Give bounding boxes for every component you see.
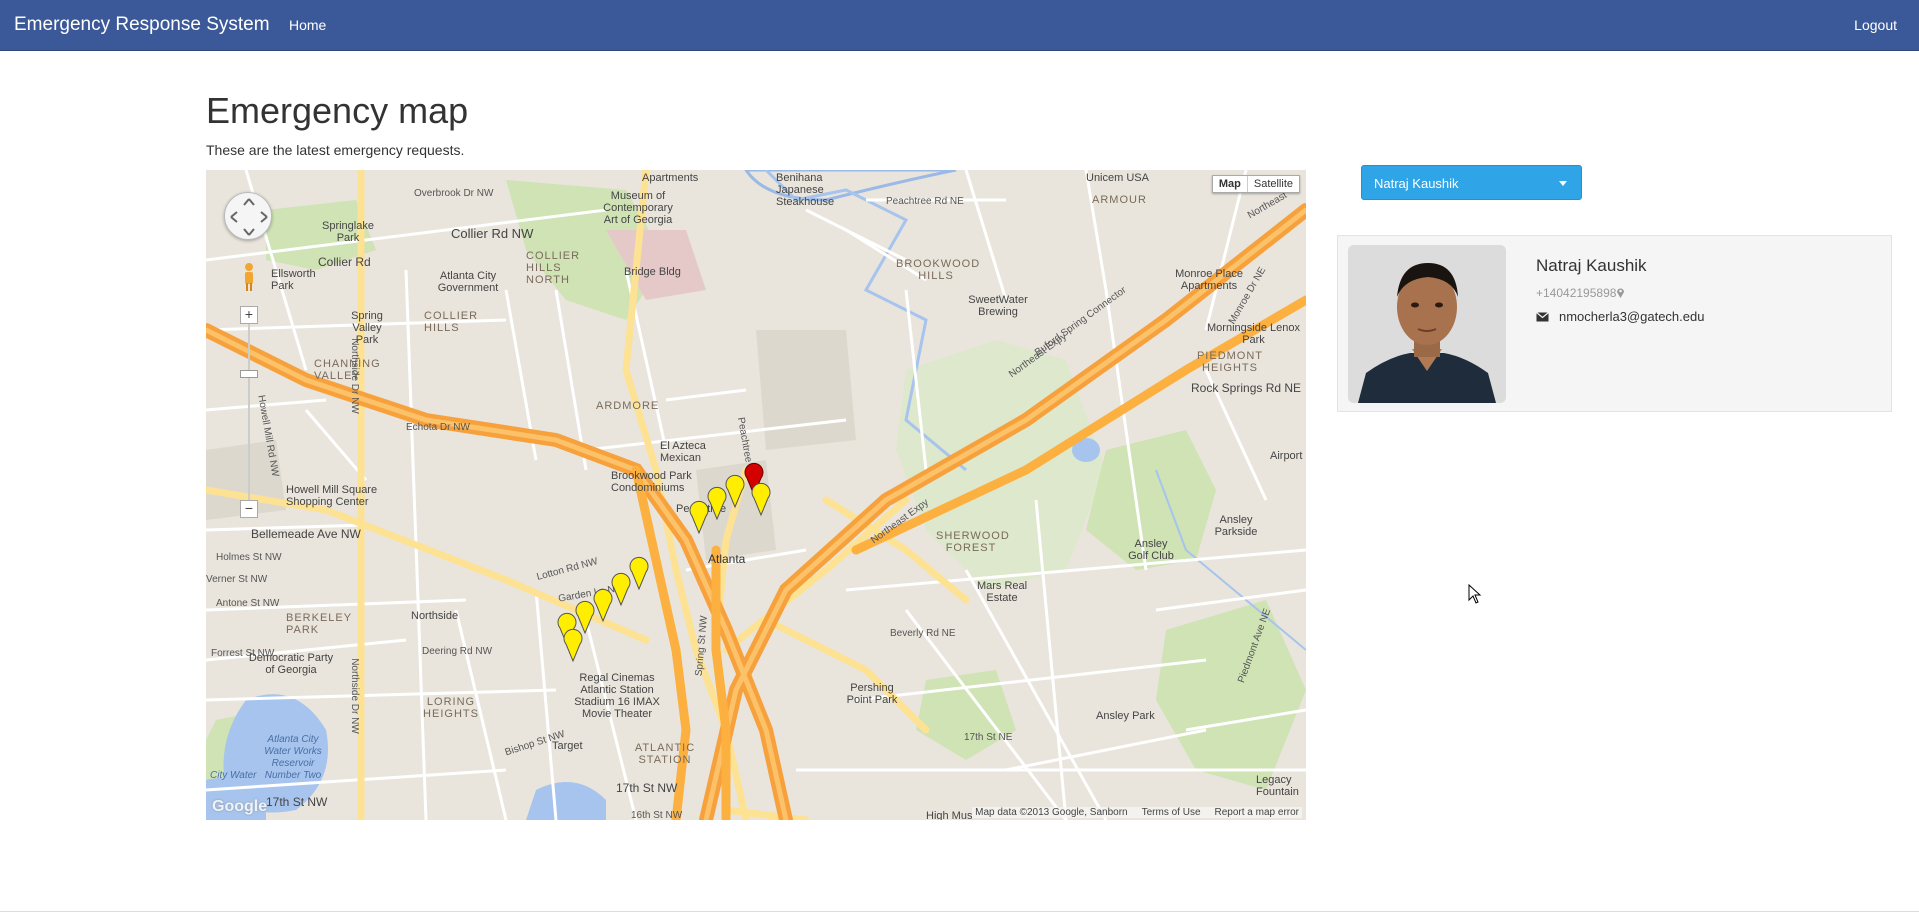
map-label: SweetWater Brewing bbox=[968, 294, 1028, 318]
map-label: COLLIER HILLS NORTH bbox=[526, 250, 581, 286]
map-label: Northside Dr NW bbox=[348, 658, 360, 734]
map-label: Verner St NW bbox=[206, 574, 268, 585]
map-label: Democratic Party of Georgia bbox=[248, 652, 334, 676]
zoom-slider-handle[interactable] bbox=[240, 370, 258, 378]
zoom-in-button[interactable]: + bbox=[240, 306, 258, 324]
map-label: Collier Rd NW bbox=[451, 226, 534, 241]
nav-home-link[interactable]: Home bbox=[289, 17, 326, 33]
map-label: 17th St NW bbox=[616, 781, 678, 795]
map-label: ATLANTIC STATION bbox=[634, 742, 696, 766]
profile-card: Natraj Kaushik +14042195898 nmocherla3@g… bbox=[1337, 235, 1892, 412]
report-map-error-link[interactable]: Report a map error bbox=[1215, 807, 1299, 818]
map-label: Morningside Lenox Park bbox=[1207, 322, 1300, 346]
map-label: Regal Cinemas Atlantic Station Stadium 1… bbox=[574, 672, 660, 720]
map-label: Atlanta bbox=[708, 552, 746, 566]
map-label: COLLIER HILLS bbox=[424, 310, 479, 334]
map-label: Ellsworth Park bbox=[271, 268, 316, 292]
mouse-cursor-icon bbox=[1468, 584, 1482, 604]
profile-photo bbox=[1348, 245, 1506, 403]
map-label: Antone St NW bbox=[216, 598, 280, 609]
map-label: Atlanta City Government bbox=[437, 270, 499, 294]
map-label: Rock Springs Rd NE bbox=[1191, 381, 1302, 395]
profile-email: nmocherla3@gatech.edu bbox=[1536, 309, 1704, 324]
map-label: ARMOUR bbox=[1092, 194, 1147, 206]
user-select-value: Natraj Kaushik bbox=[1374, 176, 1459, 191]
map-label: 17th St NE bbox=[964, 732, 1013, 743]
map-label: Legacy Fountain bbox=[1256, 774, 1299, 798]
map-label: BERKELEY PARK bbox=[286, 612, 352, 636]
map-label: Howell Mill Square Shopping Center bbox=[286, 484, 378, 508]
map-label: 16th St NW bbox=[631, 810, 683, 820]
google-logo: Google bbox=[212, 798, 268, 815]
map-label: Apartments bbox=[642, 172, 699, 184]
map-label: Benihana Japanese Steakhouse bbox=[776, 172, 835, 208]
profile-phone: +14042195898 bbox=[1536, 286, 1625, 300]
logout-link[interactable]: Logout bbox=[1854, 17, 1897, 33]
map-label: Peachtree Rd NE bbox=[886, 196, 964, 207]
envelope-icon bbox=[1536, 312, 1549, 322]
map-label: Springlake Park bbox=[322, 220, 374, 244]
map-attribution: Map data ©2013 Google, Sanborn Terms of … bbox=[972, 807, 1302, 818]
map-label: LORING HEIGHTS bbox=[423, 696, 479, 720]
map-type-map-button[interactable]: Map bbox=[1213, 176, 1248, 192]
map-label: PIEDMONT HEIGHTS bbox=[1196, 350, 1264, 374]
emergency-pin[interactable] bbox=[750, 480, 772, 516]
map-label: 17th St NW bbox=[266, 795, 328, 809]
map-label: Overbrook Dr NW bbox=[414, 188, 494, 199]
map-label: Echota Dr NW bbox=[406, 422, 470, 433]
profile-phone-value: +14042195898 bbox=[1536, 286, 1617, 300]
map-label: Brookwood Park Condominiums bbox=[611, 470, 692, 494]
map-label: Beverly Rd NE bbox=[890, 628, 956, 639]
brand-link[interactable]: Emergency Response System bbox=[14, 14, 270, 36]
avatar-portrait-icon bbox=[1348, 245, 1506, 403]
map-label: Atlanta City Water Works Reservoir Numbe… bbox=[264, 734, 322, 781]
map-type-control: Map Satellite bbox=[1211, 175, 1300, 193]
map-label: Unicem USA bbox=[1086, 172, 1149, 184]
terms-of-use-link[interactable]: Terms of Use bbox=[1142, 807, 1201, 818]
map-label: Deering Rd NW bbox=[422, 646, 493, 657]
profile-name: Natraj Kaushik bbox=[1536, 256, 1647, 275]
zoom-out-button[interactable]: − bbox=[240, 500, 258, 518]
map-type-satellite-button[interactable]: Satellite bbox=[1248, 176, 1299, 192]
pan-control[interactable] bbox=[224, 192, 272, 240]
map-label: Ansley Golf Club bbox=[1128, 538, 1174, 562]
map-label: High Mus bbox=[926, 810, 973, 820]
map-label: Ansley Parkside bbox=[1214, 514, 1258, 538]
map-label: BROOKWOOD HILLS bbox=[896, 258, 981, 282]
emergency-pin[interactable] bbox=[688, 498, 710, 534]
map-label: Airport bbox=[1270, 450, 1303, 462]
map-label: Northside bbox=[411, 610, 459, 622]
street-view-pegman-icon[interactable] bbox=[242, 262, 256, 292]
user-select-dropdown[interactable]: Natraj Kaushik bbox=[1361, 165, 1582, 200]
map-marker-icon[interactable] bbox=[1616, 287, 1625, 298]
page-title: Emergency map bbox=[206, 90, 469, 131]
map-label: Collier Rd bbox=[318, 255, 371, 269]
map-label: Northside Dr NW bbox=[348, 338, 360, 414]
map-label: El Azteca Mexican bbox=[660, 440, 706, 464]
emergency-pin[interactable] bbox=[562, 626, 584, 662]
map-label: SHERWOOD FOREST bbox=[936, 530, 1010, 554]
map-label: Museum of Contemporary Art of Georgia bbox=[603, 190, 673, 226]
footer-divider bbox=[0, 911, 1919, 912]
map-label: Pershing Point Park bbox=[846, 682, 898, 706]
emergency-map[interactable]: Apartments Benihana Japanese Steakhouse … bbox=[206, 170, 1306, 820]
navbar: Emergency Response System Home Logout bbox=[0, 0, 1919, 51]
map-label: City Water bbox=[210, 770, 257, 781]
pan-arrows-icon bbox=[230, 198, 268, 236]
map-label: Bridge Bldg bbox=[624, 266, 681, 278]
map-label: ARDMORE bbox=[596, 400, 660, 412]
map-label: Holmes St NW bbox=[216, 552, 282, 563]
caret-down-icon bbox=[1559, 181, 1567, 186]
map-label: Mars Real Estate bbox=[976, 580, 1028, 604]
map-label: Bellemeade Ave NW bbox=[251, 527, 361, 541]
zoom-slider-track[interactable] bbox=[248, 306, 250, 506]
page-subtitle: These are the latest emergency requests. bbox=[206, 142, 465, 158]
profile-email-value[interactable]: nmocherla3@gatech.edu bbox=[1559, 309, 1704, 324]
map-label: Ansley Park bbox=[1096, 710, 1155, 722]
map-label: Monroe Place Apartments bbox=[1175, 268, 1243, 292]
map-data-credit: Map data ©2013 Google, Sanborn bbox=[975, 807, 1128, 818]
